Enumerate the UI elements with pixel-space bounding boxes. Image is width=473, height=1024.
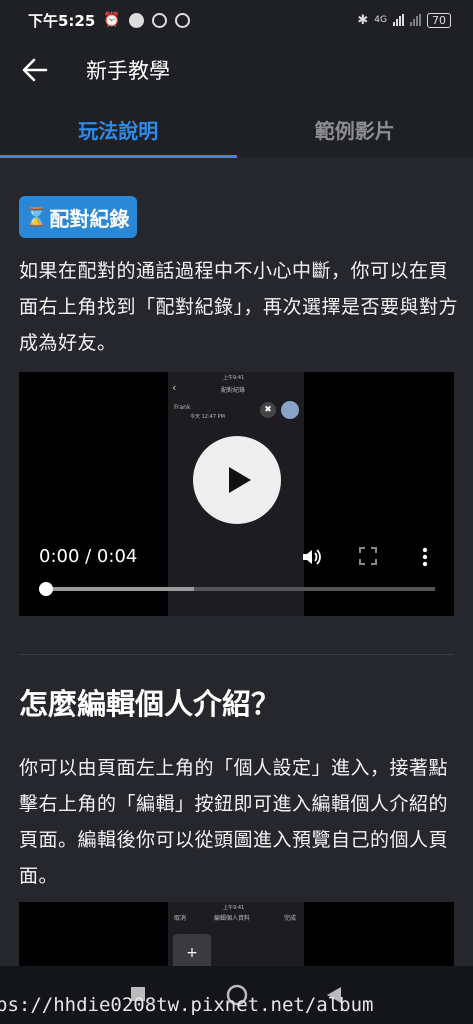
progress-handle[interactable] xyxy=(39,582,53,596)
section-heading: 怎麼編輯個人介紹？ xyxy=(19,687,281,721)
chrome-icon xyxy=(151,12,167,28)
more-vert-icon xyxy=(422,547,428,567)
video-time: 0:00 / 0:04 xyxy=(39,546,138,567)
buffer-fill xyxy=(46,587,194,591)
preview-cancel: 取消 xyxy=(174,915,187,922)
status-time: 下午5:25 xyxy=(28,11,96,30)
video-player[interactable]: 上午9:41 取消 編輯個人資料 完成 + xyxy=(19,902,454,966)
battery-indicator: 70 xyxy=(427,12,451,28)
tab-bar: 玩法說明 範例影片 xyxy=(0,100,473,158)
preview-title: 編輯個人資料 xyxy=(214,915,251,922)
watermark-url: ps://hhdie0208tw.pixnet.net/album xyxy=(0,994,374,1016)
app-bar: 新手教學 xyxy=(0,40,473,100)
preview-status-time: 上午9:41 xyxy=(223,905,245,911)
preview-add-photo-icon: + xyxy=(173,934,211,966)
tab-how-to-play[interactable]: 玩法說明 xyxy=(0,100,237,158)
signal-icon xyxy=(410,14,421,26)
back-button[interactable] xyxy=(0,40,70,100)
badge-label: 配對紀錄 xyxy=(49,206,130,231)
play-button[interactable] xyxy=(193,436,281,524)
chrome-icon xyxy=(174,12,190,28)
status-bar: 下午5:25 ⏰ ✱ 4G 70 xyxy=(0,0,473,40)
preview-name: Frank xyxy=(174,404,191,411)
match-history-badge: ⌛ 配對紀錄 xyxy=(19,196,138,238)
section1-text: 如果在配對的通話過程中不小心中斷，你可以在頁面右上角找到「配對紀錄」，再次選擇是… xyxy=(19,260,459,354)
play-icon xyxy=(229,467,251,493)
preview-meta: 今天 12:47 PM xyxy=(190,414,225,420)
hourglass-icon: ⌛ xyxy=(25,206,48,228)
volume-icon xyxy=(303,549,321,565)
preview-close-icon: ✖ xyxy=(260,402,276,418)
more-options-button[interactable] xyxy=(421,546,429,572)
page-title: 新手教學 xyxy=(86,59,170,83)
preview-done: 完成 xyxy=(284,915,297,922)
video-progress-bar[interactable] xyxy=(39,582,435,596)
tutorial-content[interactable]: ⌛ 配對紀錄 如果在配對的通話過程中不小心中斷，你可以在頁面右上角找到「配對紀錄… xyxy=(0,158,473,966)
arrow-left-icon xyxy=(22,58,48,82)
signal-icon xyxy=(393,14,404,26)
video-preview-frame: 上午9:41 取消 編輯個人資料 完成 + xyxy=(168,902,304,966)
video-player[interactable]: 上午9:41 ‹ 配對紀錄 Frank 今天 12:47 PM ✖ 0:00 /… xyxy=(19,372,454,616)
fullscreen-icon xyxy=(359,547,377,565)
section2-text: 你可以由頁面左上角的「個人設定」進入，接著點擊右上角的「編輯」按鈕即可進入編輯個… xyxy=(19,757,449,887)
preview-accept-icon xyxy=(281,401,299,419)
network-type: 4G xyxy=(374,15,387,25)
preview-title: 配對紀錄 xyxy=(221,387,246,394)
bluetooth-icon: ✱ xyxy=(357,12,369,28)
volume-button[interactable] xyxy=(300,546,322,572)
notification-icon xyxy=(128,12,144,28)
tab-example-videos[interactable]: 範例影片 xyxy=(237,100,473,158)
fullscreen-button[interactable] xyxy=(358,546,378,570)
preview-back-icon: ‹ xyxy=(172,381,177,394)
alarm-icon: ⏰ xyxy=(103,12,121,28)
preview-status-time: 上午9:41 xyxy=(223,375,245,381)
section-divider xyxy=(19,654,454,655)
